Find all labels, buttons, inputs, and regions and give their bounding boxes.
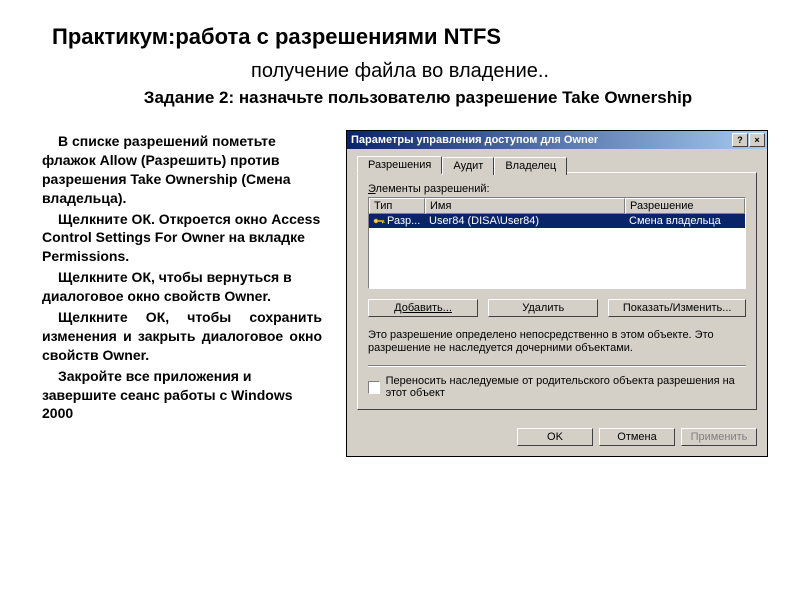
col-permission[interactable]: Разрешение xyxy=(625,198,745,214)
cancel-button[interactable]: Отмена xyxy=(599,428,675,446)
tabstrip: Разрешения Аудит Владелец xyxy=(357,155,757,173)
instruction-text: В списке разрешений пометьте флажок Allo… xyxy=(42,132,322,425)
col-type[interactable]: Тип xyxy=(369,198,425,214)
tab-permissions[interactable]: Разрешения xyxy=(357,156,442,174)
ok-button[interactable]: OK xyxy=(517,428,593,446)
task-heading: Задание 2: назначьте пользователю разреш… xyxy=(76,88,760,108)
permissions-list-label: Элементы разрешений: xyxy=(368,183,746,195)
tab-audit[interactable]: Аудит xyxy=(442,157,494,175)
separator xyxy=(368,365,746,367)
access-control-dialog: Параметры управления доступом для Owner … xyxy=(346,130,768,457)
add-button[interactable]: Добавить... xyxy=(368,299,478,317)
inherit-checkbox[interactable] xyxy=(368,381,380,394)
tab-owner[interactable]: Владелец xyxy=(494,157,567,175)
col-name[interactable]: Имя xyxy=(425,198,625,214)
tab-panel-permissions: Элементы разрешений: Тип Имя Разрешение … xyxy=(357,172,757,410)
dialog-title: Параметры управления доступом для Owner xyxy=(351,134,732,146)
listview-header: Тип Имя Разрешение xyxy=(369,198,745,214)
help-button[interactable]: ? xyxy=(732,133,748,147)
close-button[interactable]: × xyxy=(749,133,765,147)
dialog-titlebar[interactable]: Параметры управления доступом для Owner … xyxy=(347,131,767,149)
key-icon xyxy=(373,216,385,226)
permission-row[interactable]: Разр... User84 (DISA\User84) Смена владе… xyxy=(369,214,745,228)
page-title: Практикум:работа с разрешениями NTFS xyxy=(52,24,501,50)
inherit-checkbox-label: Переносить наследуемые от родительского … xyxy=(386,375,746,399)
dialog-footer: OK Отмена Применить xyxy=(347,420,767,456)
view-edit-button[interactable]: Показать/Изменить... xyxy=(608,299,746,317)
page-subtitle: получение файла во владение.. xyxy=(160,60,640,83)
apply-button[interactable]: Применить xyxy=(681,428,757,446)
remove-button[interactable]: Удалить xyxy=(488,299,598,317)
inheritance-info-text: Это разрешение определено непосредственн… xyxy=(368,329,746,355)
permissions-listview[interactable]: Тип Имя Разрешение Разр... User84 (DISA\… xyxy=(368,197,746,289)
